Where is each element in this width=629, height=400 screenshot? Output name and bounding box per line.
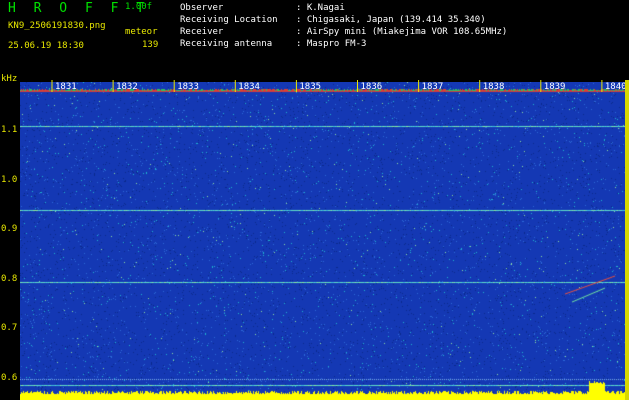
waterfall-spectrogram [20,82,625,400]
info-value-receiver: : AirSpy mini (Miakejima VOR 108.65MHz) [296,27,508,37]
version-label: 1.00f [125,2,153,12]
time-tick-label: 1837 [422,82,444,92]
y-tick-label: 0.9 [1,224,18,234]
info-label-observer: Observer [180,3,224,13]
info-value-location: : Chigasaki, Japan (139.414 35.340) [296,15,486,25]
time-tick-label: 1834 [238,82,260,92]
time-tick-label: 1835 [299,82,321,92]
meteor-label: meteor [125,27,158,37]
time-axis: 1831 1832 1833 1834 1835 1836 1837 1838 1839 1840 [51,80,627,92]
time-tick-label: 1839 [544,82,566,92]
y-tick-label: 1.0 [1,175,18,185]
time-tick-label: 1840 [605,82,627,92]
y-tick-label: 0.6 [1,373,18,383]
time-tick-label: 1832 [116,82,138,92]
info-label-receiver: Receiver [180,27,224,37]
info-value-antenna: : Maspro FM-3 [296,39,367,49]
meteor-count: 139 [142,40,159,50]
header-panel: H R O F F T 1.00f KN9_2506191830.png met… [0,0,629,84]
info-label-location: Receiving Location [180,15,278,25]
time-tick-label: 1838 [483,82,505,92]
time-tick-label: 1833 [177,82,199,92]
info-label-antenna: Receiving antenna [180,39,273,49]
time-tick-label: 1831 [55,82,77,92]
y-axis: 1.1 1.0 0.9 0.8 0.7 0.6 [0,82,20,400]
right-frame [625,80,629,400]
info-value-observer: : K.Nagai [296,3,345,13]
datetime-label: 25.06.19 18:30 [8,41,84,51]
filename-label: KN9_2506191830.png [8,21,106,31]
y-tick-label: 0.7 [1,323,18,333]
time-tick-label: 1836 [361,82,383,92]
y-tick-label: 1.1 [1,125,18,135]
y-tick-label: 0.8 [1,274,18,284]
